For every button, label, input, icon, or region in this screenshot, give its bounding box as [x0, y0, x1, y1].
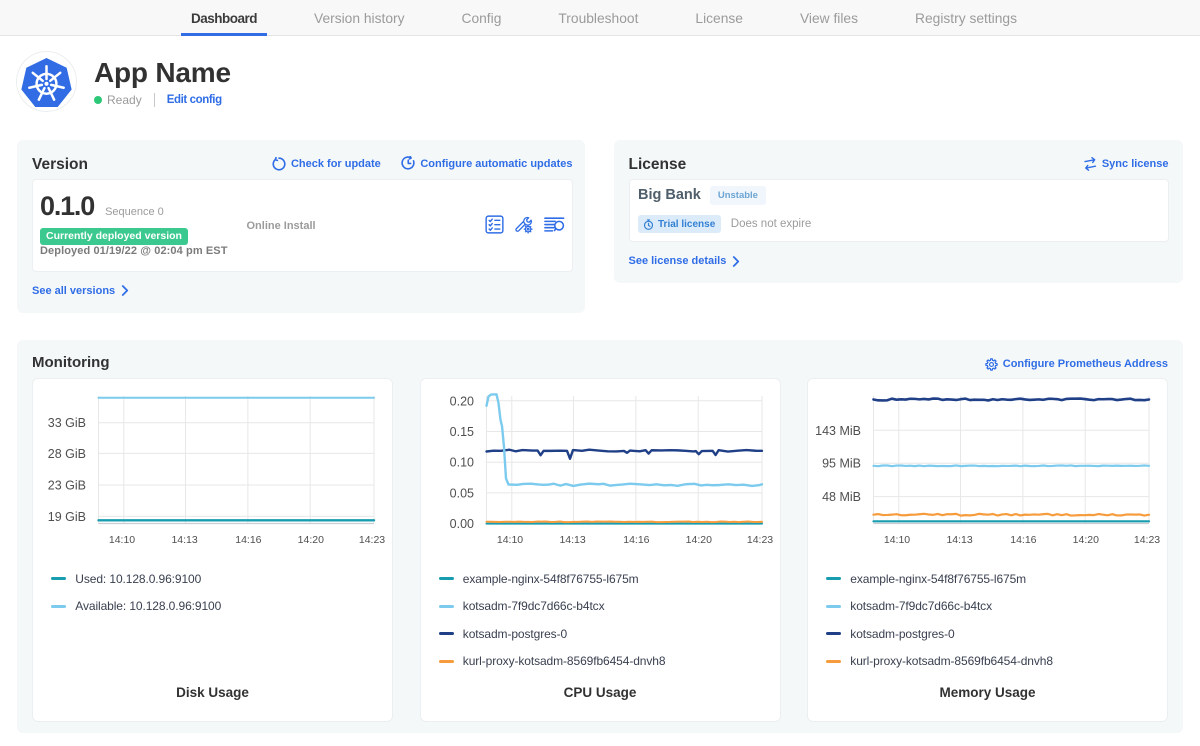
svg-text:143 MiB: 143 MiB: [815, 424, 861, 438]
svg-text:19 GiB: 19 GiB: [48, 510, 86, 524]
svg-text:14:23: 14:23: [359, 534, 385, 546]
svg-text:14:13: 14:13: [559, 534, 585, 546]
svg-text:0.05: 0.05: [449, 486, 473, 500]
svg-text:95 MiB: 95 MiB: [822, 457, 861, 471]
svg-text:0.00: 0.00: [449, 517, 473, 531]
svg-text:14:16: 14:16: [623, 534, 649, 546]
svg-text:14:16: 14:16: [235, 534, 261, 546]
svg-text:14:10: 14:10: [109, 534, 135, 546]
svg-text:0.10: 0.10: [449, 456, 473, 470]
svg-text:14:10: 14:10: [884, 534, 910, 546]
svg-text:14:13: 14:13: [171, 534, 197, 546]
svg-text:0.15: 0.15: [449, 425, 473, 439]
svg-text:28 GiB: 28 GiB: [48, 447, 86, 461]
svg-text:14:13: 14:13: [946, 534, 972, 546]
svg-text:33 GiB: 33 GiB: [48, 416, 86, 430]
svg-text:48 MiB: 48 MiB: [822, 490, 861, 504]
svg-text:14:23: 14:23: [1134, 534, 1160, 546]
svg-text:0.20: 0.20: [449, 394, 473, 408]
svg-text:14:16: 14:16: [1010, 534, 1036, 546]
svg-text:14:20: 14:20: [685, 534, 711, 546]
svg-text:14:20: 14:20: [1073, 534, 1099, 546]
svg-text:14:20: 14:20: [298, 534, 324, 546]
svg-text:23 GiB: 23 GiB: [48, 479, 86, 493]
svg-text:14:10: 14:10: [496, 534, 522, 546]
svg-text:14:23: 14:23: [746, 534, 772, 546]
